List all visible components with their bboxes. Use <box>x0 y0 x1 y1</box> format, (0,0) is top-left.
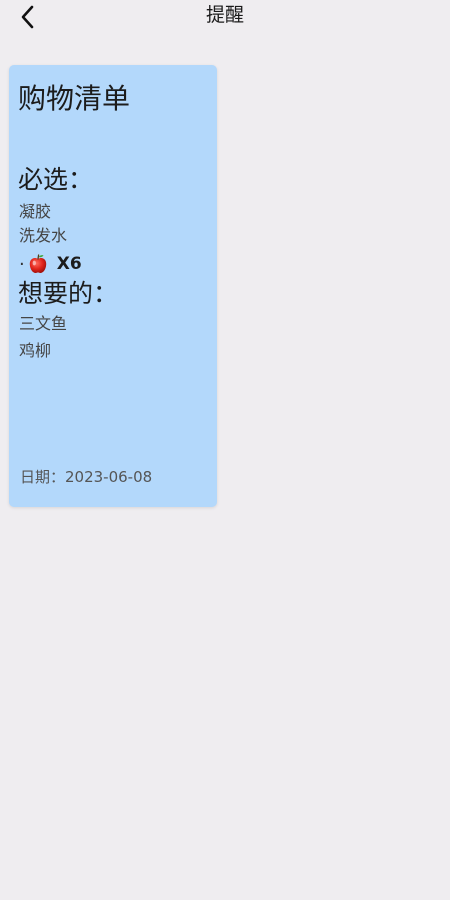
list-item: 三文鱼 <box>19 314 68 333</box>
reminder-screen: 提醒 购物清单 必选： 凝胶 洗发水 · X6 想要的： 三文鱼 鸡柳 日期：2… <box>0 0 450 900</box>
apple-icon <box>29 254 46 274</box>
page-title: 提醒 <box>205 4 244 26</box>
top-bar: 提醒 <box>0 0 450 34</box>
list-item: 凝胶 <box>19 202 52 221</box>
note-date: 日期：2023-06-08 <box>20 468 153 486</box>
apple-item: · X6 <box>19 251 82 277</box>
bullet: · <box>19 253 25 275</box>
apple-quantity: X6 <box>56 254 82 274</box>
list-item: 鸡柳 <box>19 341 52 360</box>
shopping-note-card[interactable]: 购物清单 必选： 凝胶 洗发水 · X6 想要的： 三文鱼 鸡柳 日期：2023… <box>9 65 217 507</box>
note-title: 购物清单 <box>18 82 131 115</box>
required-heading: 必选： <box>18 165 94 194</box>
wanted-heading: 想要的： <box>18 279 119 308</box>
list-item: 洗发水 <box>19 226 68 245</box>
